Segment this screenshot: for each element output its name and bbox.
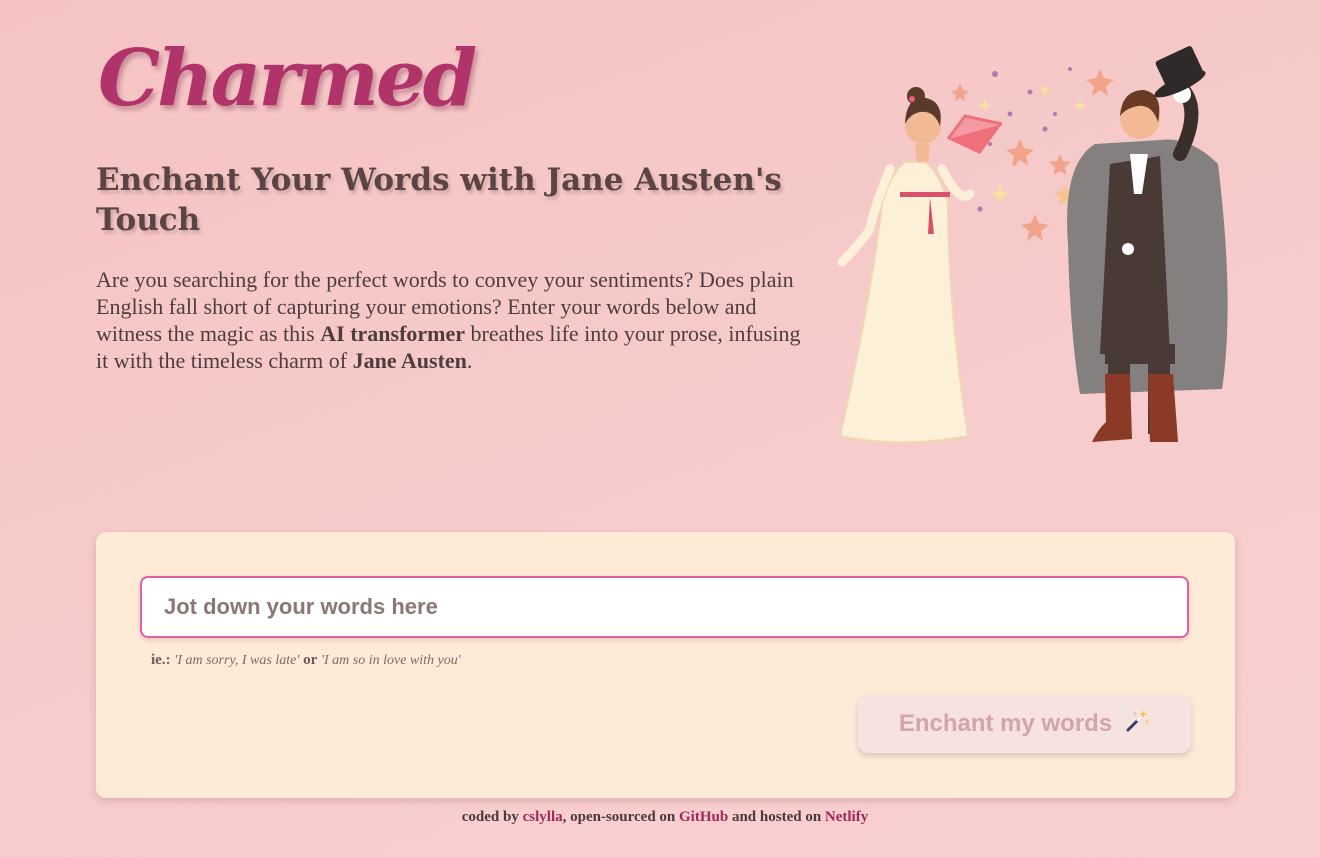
hint-label: ie.:	[151, 652, 171, 668]
footer-credits: coded by cslylla, open-sourced on GitHub…	[0, 809, 1320, 826]
hint-example-2: 'I am so in love with you'	[321, 653, 461, 668]
hint-or: or	[303, 652, 318, 668]
gentleman-figure	[1067, 46, 1228, 442]
enchant-button[interactable]: Enchant my words	[858, 695, 1191, 753]
magic-wand-icon	[1124, 708, 1150, 741]
enchant-button-label: Enchant my words	[898, 710, 1113, 737]
intro-paragraph: Are you searching for the perfect words …	[96, 266, 816, 374]
hint-example-1: 'I am sorry, I was late'	[174, 653, 300, 668]
lady-figure	[837, 87, 1003, 444]
words-input[interactable]	[140, 576, 1189, 638]
intro-bold-ai: AI transformer	[320, 321, 466, 346]
footer-text: , open-sourced on	[562, 809, 680, 825]
app-logo: Charmed	[98, 33, 477, 124]
footer-text: coded by	[461, 809, 523, 825]
example-hint: ie.: 'I am sorry, I was late' or 'I am s…	[151, 652, 461, 669]
author-link[interactable]: cslylla	[523, 809, 563, 825]
regency-couple-illustration	[837, 46, 1228, 444]
intro-text: .	[466, 348, 473, 373]
transform-card: ie.: 'I am sorry, I was late' or 'I am s…	[96, 532, 1235, 798]
netlify-link[interactable]: Netlify	[825, 809, 868, 825]
intro-bold-austen: Jane Austen	[352, 348, 467, 373]
github-link[interactable]: GitHub	[679, 809, 728, 825]
footer-text: and hosted on	[728, 809, 825, 825]
page-title: Enchant Your Words with Jane Austen's To…	[96, 162, 782, 238]
